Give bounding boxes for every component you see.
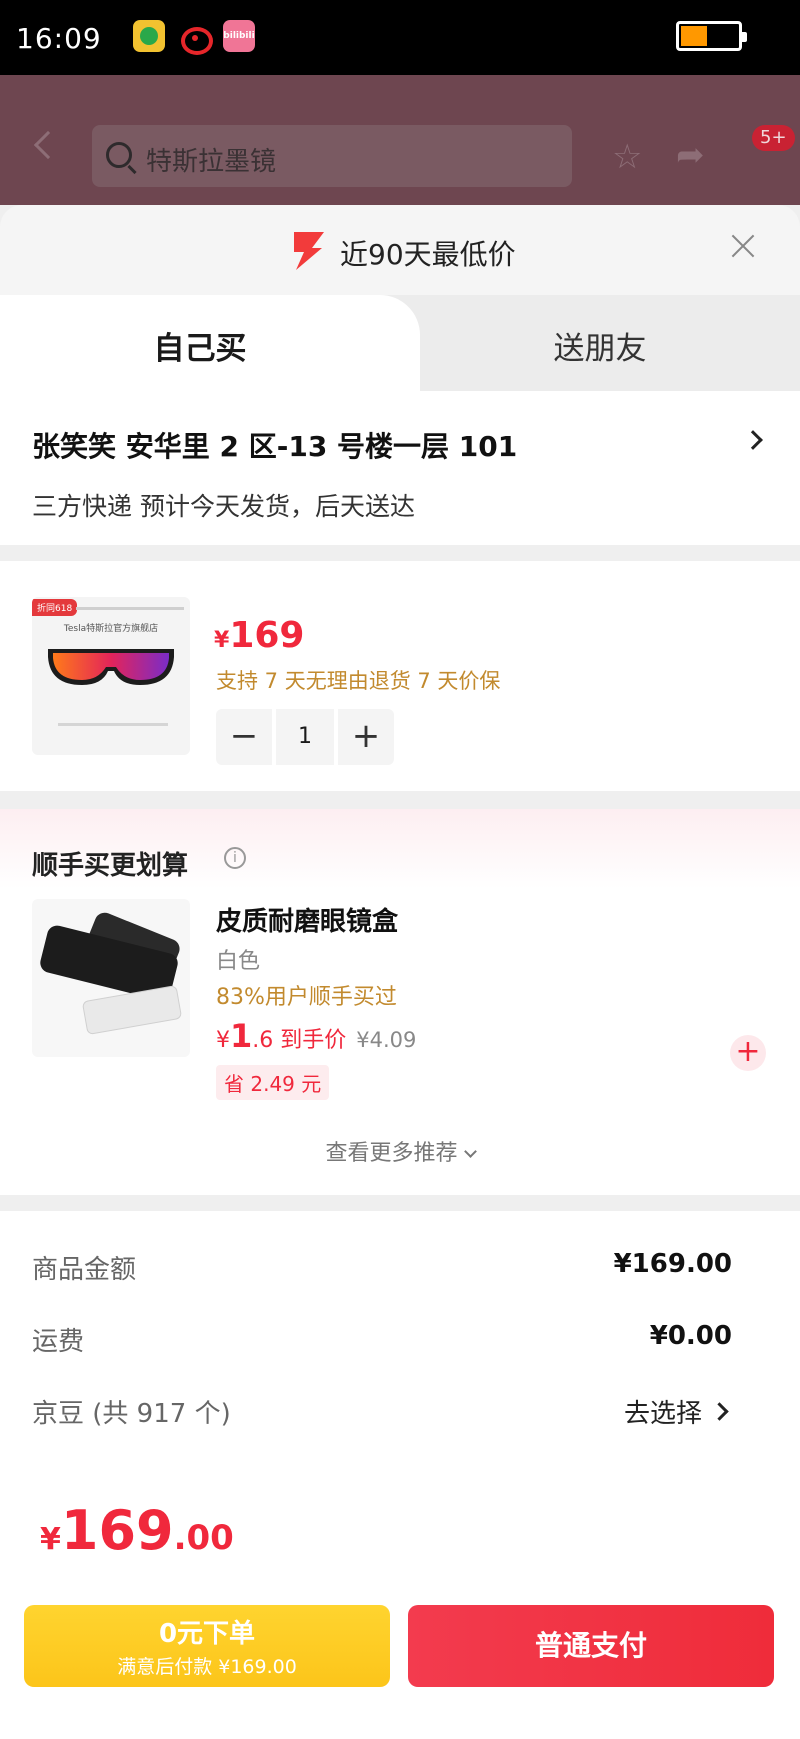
search-icon [106,142,132,168]
back-icon [33,130,63,160]
search-bar: 特斯拉墨镜 [92,125,572,187]
return-policy: 支持 7 天无理由退货 7 天价保 [216,669,501,693]
tab-label: 自己买 [153,331,247,367]
info-icon[interactable]: i [224,847,246,869]
search-text: 特斯拉墨镜 [146,147,277,177]
purchase-tabs: 自己买 送朋友 [0,295,800,391]
addon-section: 顺手买更划算 i 皮质耐磨眼镜盒 白色 83%用户顺手买过 ¥1.6 到手价 ¥4… [0,809,800,1195]
addon-users: 83%用户顺手买过 [216,985,397,1010]
bilibili-app-icon: bilibili [223,20,255,52]
select-jingdou[interactable]: 去选择 [624,1393,702,1430]
addon-name: 皮质耐磨眼镜盒 [216,907,399,937]
address-line: 张笑笑 安华里 2 区-13 号楼一层 101 [32,430,518,463]
normal-pay-button[interactable]: 普通支付 [408,1605,774,1687]
quantity-stepper: − 1 + [216,709,394,765]
sunglasses-image [48,649,174,685]
address-section[interactable]: 张笑笑 安华里 2 区-13 号楼一层 101 三方快递 预计今天发货，后天送达 [0,391,800,545]
total-price: ¥169.00 [40,1499,234,1562]
close-icon[interactable] [728,231,758,261]
checkout-sheet: 近90天最低价 自己买 送朋友 张笑笑 安华里 2 区-13 号楼一层 101 … [0,205,800,1739]
price-summary: 商品金额 ¥169.00 运费 ¥0.00 京豆 (共 917 个) 去选择 [0,1211,800,1461]
promo-tag: 折同618 [32,599,78,616]
chevron-down-icon [463,1145,477,1158]
decrease-button[interactable]: − [216,709,272,765]
status-bar: 16:09 bilibili [0,0,800,75]
tab-label: 送朋友 [553,331,647,367]
summary-row-jingdou[interactable]: 京豆 (共 917 个) 去选择 [32,1393,732,1433]
battery-icon [676,21,747,51]
addon-color: 白色 [216,949,261,974]
summary-row-goods: 商品金额 ¥169.00 [32,1249,732,1285]
tab-buy-self[interactable]: 自己买 [0,295,420,391]
star-icon: ☆ [612,137,643,177]
sheet-header: 近90天最低价 [0,205,800,295]
checkout-footer: ¥169.00 0元下单 满意后付款 ¥169.00 普通支付 [0,1461,800,1739]
shipping-info: 三方快递 预计今天发货，后天送达 [32,492,415,521]
map-app-icon [133,20,165,52]
summary-row-shipping: 运费 ¥0.00 [32,1321,732,1357]
status-time: 16:09 [16,22,102,55]
sheet-title: 近90天最低价 [340,238,516,271]
message-badge: 5+ [752,125,795,151]
lightning-icon [294,232,324,270]
product-image[interactable]: 折同618 Tesla特斯拉官方旗舰店 [32,597,190,755]
addon-orig-price: ¥4.09 [356,1028,417,1052]
quantity-value[interactable]: 1 [276,709,334,765]
product-image-caption: Tesla特斯拉官方旗舰店 [63,624,159,634]
product-card: 折同618 Tesla特斯拉官方旗舰店 ¥169 支持 7 天无理由退货 7 天… [0,561,800,791]
product-price: ¥169 [214,615,305,656]
addon-image[interactable] [32,899,190,1057]
background-page: 特斯拉墨镜 ☆ ➦ 5+ [0,75,800,205]
more-recommend-link[interactable]: 查看更多推荐 [0,1135,800,1167]
tab-send-friend[interactable]: 送朋友 [420,295,800,391]
saving-badge: 省 2.49 元 [216,1065,330,1100]
addon-title: 顺手买更划算 [32,851,189,881]
increase-button[interactable]: + [338,709,394,765]
add-addon-button[interactable]: + [730,1035,766,1071]
addon-price: ¥1.6 到手价 ¥4.09 [216,1017,417,1055]
weibo-app-icon [178,20,213,55]
pay-later-button[interactable]: 0元下单 满意后付款 ¥169.00 [24,1605,390,1687]
share-icon: ➦ [676,135,705,175]
chevron-right-icon [743,430,763,450]
chevron-right-icon [710,1402,729,1421]
